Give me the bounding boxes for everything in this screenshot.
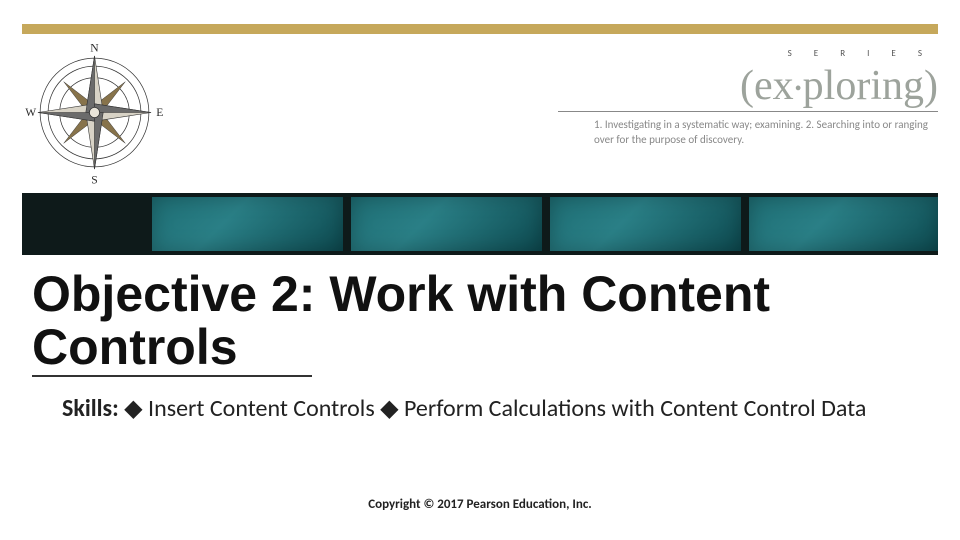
compass-n: N [90, 42, 99, 55]
slide-title: Objective 2: Work with Content Controls [32, 268, 910, 377]
brand-underline [558, 111, 938, 112]
brand-wordmark: (ex•ploring) [558, 65, 938, 107]
slide: N E S W [0, 0, 960, 540]
header: N E S W [22, 40, 938, 185]
copyright-footer: Copyright © 2017 Pearson Education, Inc. [0, 497, 960, 512]
skills-text: ◆ Insert Content Controls ◆ Perform Calc… [119, 394, 867, 423]
series-label: S E R I E S [558, 48, 938, 59]
teal-segment [351, 197, 542, 251]
skills-label: Skills: [62, 394, 119, 423]
brand-definition: 1. Investigating in a systematic way; ex… [558, 118, 938, 148]
compass-w: W [25, 106, 36, 119]
skills-line: Skills: ◆ Insert Content Controls ◆ Perf… [62, 394, 890, 424]
teal-segment [152, 197, 343, 251]
teal-band [22, 193, 938, 255]
compass-s: S [91, 174, 97, 185]
title-underline [32, 375, 312, 377]
teal-segment [749, 197, 938, 251]
compass-icon: N E S W [22, 40, 167, 185]
accent-bar [22, 24, 938, 34]
title-text: Objective 2: Work with Content Controls [32, 266, 770, 375]
brand-block: S E R I E S (ex•ploring) 1. Investigatin… [558, 40, 938, 148]
teal-segment [550, 197, 741, 251]
compass-e: E [156, 106, 163, 119]
